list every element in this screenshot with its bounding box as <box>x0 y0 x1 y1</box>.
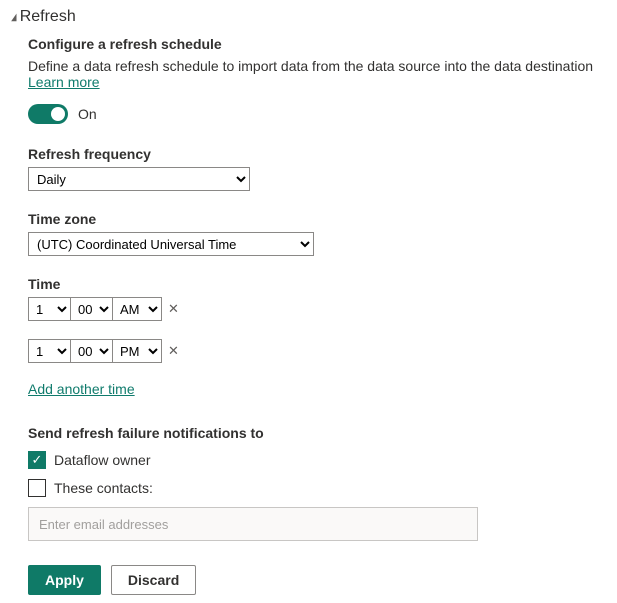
time-hour-select[interactable]: 1 <box>29 340 71 362</box>
remove-time-icon[interactable]: ✕ <box>168 343 179 359</box>
apply-button[interactable]: Apply <box>28 565 101 595</box>
section-title: Refresh <box>20 8 76 26</box>
contacts-checkbox-label: These contacts: <box>54 480 153 496</box>
configure-description: Define a data refresh schedule to import… <box>28 58 607 90</box>
time-minute-select[interactable]: 00 <box>71 298 113 320</box>
toggle-label: On <box>78 106 97 122</box>
time-label: Time <box>28 276 607 292</box>
owner-checkbox[interactable]: ✓ <box>28 451 46 469</box>
timezone-select[interactable]: (UTC) Coordinated Universal Time <box>28 232 314 256</box>
contacts-input[interactable] <box>28 507 478 541</box>
time-ampm-select[interactable]: PM <box>113 340 161 362</box>
remove-time-icon[interactable]: ✕ <box>168 301 179 317</box>
learn-more-link[interactable]: Learn more <box>28 74 100 90</box>
frequency-label: Refresh frequency <box>28 146 607 162</box>
time-minute-select[interactable]: 00 <box>71 340 113 362</box>
configure-heading: Configure a refresh schedule <box>28 36 607 52</box>
configure-description-text: Define a data refresh schedule to import… <box>28 58 593 74</box>
discard-button[interactable]: Discard <box>111 565 196 595</box>
time-row: 1 00 AM ✕ <box>28 297 607 321</box>
owner-checkbox-label: Dataflow owner <box>54 452 151 468</box>
timezone-label: Time zone <box>28 211 607 227</box>
time-row: 1 00 PM ✕ <box>28 339 607 363</box>
notifications-heading: Send refresh failure notifications to <box>28 425 607 441</box>
refresh-toggle[interactable] <box>28 104 68 124</box>
collapse-icon[interactable]: ◢ <box>11 12 16 23</box>
add-time-link[interactable]: Add another time <box>28 381 135 397</box>
contacts-checkbox[interactable] <box>28 479 46 497</box>
time-ampm-select[interactable]: AM <box>113 298 161 320</box>
toggle-knob <box>51 107 65 121</box>
frequency-select[interactable]: Daily <box>28 167 250 191</box>
time-hour-select[interactable]: 1 <box>29 298 71 320</box>
